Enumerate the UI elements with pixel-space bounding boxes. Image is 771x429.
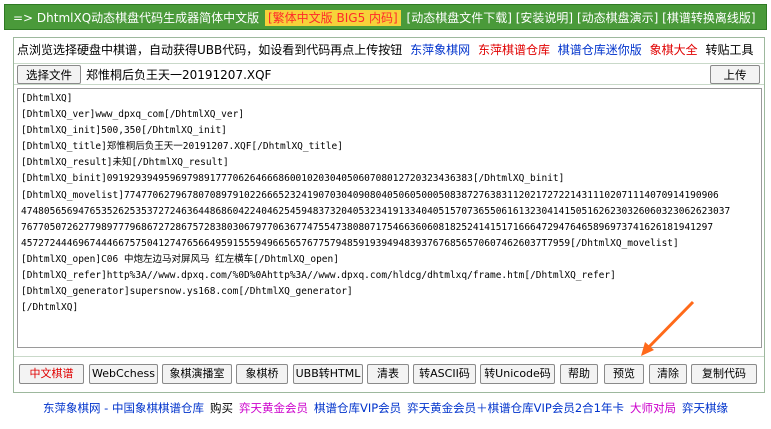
footer-link[interactable]: 弈天黄金会员＋棋谱仓库VIP会员2合1年卡 xyxy=(407,401,624,415)
footer-links: 东萍象棋网 - 中国象棋棋谱仓库 购买 弈天黄金会员 棋谱仓库VIP会员 弈天黄金会员＋… xyxy=(0,398,771,418)
title-link-demo[interactable]: [动态棋盘演示] xyxy=(577,11,658,25)
broadcast-room-button[interactable]: 象棋演播室 xyxy=(162,364,232,384)
webcchess-button[interactable]: WebCchess xyxy=(89,364,158,384)
footer-link[interactable]: 大师对局 xyxy=(630,401,676,415)
code-line: 4748056569476535262535372724636448686042… xyxy=(21,205,731,217)
help-button[interactable]: 帮助 xyxy=(560,364,598,384)
to-ascii-button[interactable]: 转ASCII码 xyxy=(413,364,476,384)
footer-link[interactable]: 东萍象棋网 - 中国象棋棋谱仓库 xyxy=(43,401,204,415)
selected-filename: 郑惟桐后负王天一20191207.XQF xyxy=(86,68,272,82)
footer-link[interactable]: 弈天棋缘 xyxy=(682,401,728,415)
code-textarea[interactable]: [DhtmlXQ] [DhtmlXQ_ver]www_dpxq_com[/Dhtm… xyxy=(17,88,762,348)
generator-panel: 点浏览选择硬盘中棋谱，自动获得UBB代码，如设看到代码再点上传按钮 东萍象棋网 … xyxy=(13,37,765,393)
xiangqi-bridge-button[interactable]: 象棋桥 xyxy=(236,364,288,384)
instruction-row: 点浏览选择硬盘中棋谱，自动获得UBB代码，如设看到代码再点上传按钮 东萍象棋网 … xyxy=(14,40,764,60)
link-qipu-mini[interactable]: 棋谱仓库迷你版 xyxy=(558,43,642,57)
choose-file-button[interactable]: 选择文件 xyxy=(17,65,81,84)
code-line: [DhtmlXQ_init]500,350[/DhtmlXQ_init] xyxy=(21,125,227,137)
footer-link[interactable]: 购买 xyxy=(210,401,233,415)
code-line: [DhtmlXQ_generator]supersnow.ys168.com[/… xyxy=(21,286,353,298)
code-line: [DhtmlXQ] xyxy=(21,93,73,104)
to-unicode-button[interactable]: 转Unicode码 xyxy=(480,364,555,384)
ubb-to-html-button[interactable]: UBB转HTML xyxy=(293,364,363,384)
instruction-text: 点浏览选择硬盘中棋谱，自动获得UBB代码，如设看到代码再点上传按钮 xyxy=(17,43,403,57)
title-link-offline[interactable]: [棋谱转换离线版] xyxy=(662,11,755,25)
upload-button[interactable]: 上传 xyxy=(710,65,760,84)
clear-table-button[interactable]: 清表 xyxy=(367,364,409,384)
code-line: [DhtmlXQ_ver]www_dpxq_com[/DhtmlXQ_ver] xyxy=(21,109,245,121)
preview-button[interactable]: 预览 xyxy=(604,364,644,384)
link-paste-tool[interactable]: 转贴工具 xyxy=(705,43,753,57)
footer-link[interactable]: 弈天黄金会员 xyxy=(239,401,308,415)
code-line: 7677050726277989777968672728675728380306… xyxy=(21,221,714,233)
file-row: 选择文件 郑惟桐后负王天一20191207.XQF 上传 xyxy=(14,63,764,85)
link-dpxq[interactable]: 东萍象棋网 xyxy=(410,43,470,57)
code-line: [DhtmlXQ_movelist]7747706279678070897910… xyxy=(21,189,719,201)
title-link-install[interactable]: [安装说明] xyxy=(516,11,573,25)
code-line: [DhtmlXQ_binit]0919293949596979891777062… xyxy=(21,173,565,185)
link-xiangqi-daquan[interactable]: 象棋大全 xyxy=(650,43,698,57)
title-text: => DhtmlXQ动态棋盘代码生成器简体中文版 xyxy=(13,11,260,25)
title-link-download[interactable]: [动态棋盘文件下载] xyxy=(407,11,512,25)
chinese-notation-button[interactable]: 中文棋谱 xyxy=(19,364,84,384)
action-button-row: 中文棋谱 WebCchess 象棋演播室 象棋桥 UBB转HTML 清表 转AS… xyxy=(14,356,764,390)
code-line: [DhtmlXQ_refer]http%3A//www.dpxq.com/%0D… xyxy=(21,270,616,282)
code-line: [DhtmlXQ_title]郑惟桐后负王天一20191207.XQF[/Dht… xyxy=(21,141,343,153)
code-line: [DhtmlXQ_result]未知[/DhtmlXQ_result] xyxy=(21,157,229,169)
title-bar: => DhtmlXQ动态棋盘代码生成器简体中文版 [繁体中文版 BIG5 内码]… xyxy=(4,4,767,30)
code-line: 4572724446967444667575041274765664959155… xyxy=(21,237,679,249)
traditional-version-link[interactable]: [繁体中文版 BIG5 内码] xyxy=(265,10,401,26)
copy-code-button[interactable]: 复制代码 xyxy=(691,364,757,384)
footer-link[interactable]: 棋谱仓库VIP会员 xyxy=(314,401,401,415)
code-line: [/DhtmlXQ] xyxy=(21,302,79,314)
clear-button[interactable]: 清除 xyxy=(649,364,687,384)
link-qipu-cangku[interactable]: 东萍棋谱仓库 xyxy=(478,43,550,57)
code-line: [DhtmlXQ_open]C06 中炮左边马对屏风马 红左横车[/DhtmlX… xyxy=(21,253,339,265)
